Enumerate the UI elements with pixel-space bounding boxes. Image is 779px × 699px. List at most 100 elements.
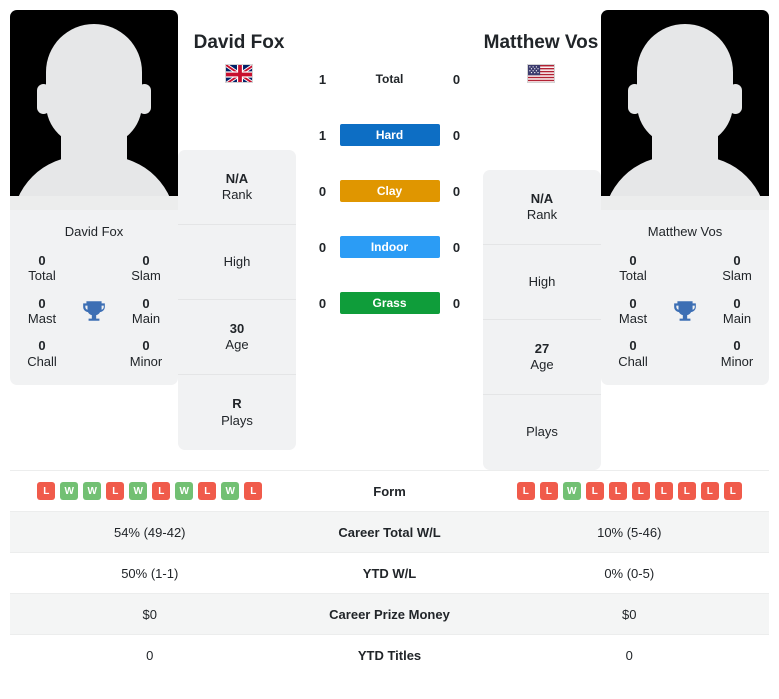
trophy-count: 0 bbox=[733, 253, 741, 268]
form-result-badge-w[interactable]: W bbox=[60, 482, 79, 500]
trophy-chall-left: 0 Chall bbox=[16, 338, 68, 369]
stat-label: High bbox=[223, 253, 251, 269]
player-photo-card-right: Matthew Vos 0 Total 0 Slam 0 Mast 0 Main… bbox=[601, 10, 769, 385]
stat-panel-right: N/A Rank High 27 Age Plays bbox=[483, 170, 601, 470]
table-row-career-prize-money: $0 Career Prize Money $0 bbox=[10, 593, 769, 634]
h2h-row-indoor: 0 Indoor 0 bbox=[306, 236, 474, 258]
form-result-badge-l[interactable]: L bbox=[608, 482, 627, 500]
trophy-label: Slam bbox=[131, 268, 161, 284]
stat-label: Age bbox=[225, 337, 249, 352]
trophy-label: Total bbox=[619, 268, 647, 284]
surface-badge-hard[interactable]: Hard bbox=[339, 124, 440, 146]
surface-badge-grass[interactable]: Grass bbox=[339, 292, 440, 314]
stat-value: N/A bbox=[530, 190, 554, 206]
form-result-badge-l[interactable]: L bbox=[244, 482, 263, 500]
row-label: Form bbox=[373, 483, 406, 499]
value-left: 0 bbox=[146, 647, 154, 663]
form-result-badge-l[interactable]: L bbox=[37, 482, 56, 500]
stat-age-left: 30 Age bbox=[178, 300, 296, 375]
value-right: 10% (5-46) bbox=[597, 524, 662, 540]
form-badges-right: LLWLLLLLLL bbox=[490, 482, 770, 500]
form-result-badge-l[interactable]: L bbox=[152, 482, 171, 500]
silhouette-ear-left bbox=[628, 84, 641, 114]
trophy-mast-left: 0 Mast bbox=[16, 296, 68, 327]
trophy-spacer bbox=[68, 253, 120, 284]
stat-value: R bbox=[232, 396, 242, 412]
stat-label: High bbox=[528, 273, 556, 289]
trophy-spacer bbox=[659, 338, 711, 369]
stat-plays-right: Plays bbox=[483, 395, 601, 470]
trophy-main-right: 0 Main bbox=[711, 296, 763, 327]
stats-table: LWWLWLWLWL Form LLWLLLLLLL 54% (49-42) C… bbox=[0, 470, 779, 675]
trophy-mast-right: 0 Mast bbox=[607, 296, 659, 327]
trophy-icon-cell-left bbox=[68, 296, 120, 327]
comparison-header: David Fox 0 Total 0 Slam 0 Mast 0 Main 0… bbox=[0, 0, 779, 470]
surface-badge-indoor[interactable]: Indoor bbox=[339, 236, 440, 258]
photo-bottom-strip bbox=[601, 196, 769, 210]
stat-high-left: High bbox=[178, 225, 296, 300]
trophy-label: Main bbox=[131, 310, 161, 326]
h2h-row-grass: 0 Grass 0 bbox=[306, 292, 474, 314]
trophy-label: Minor bbox=[129, 353, 163, 369]
form-result-badge-l[interactable]: L bbox=[516, 482, 535, 500]
player-photo-name-left: David Fox bbox=[64, 224, 124, 239]
form-result-badge-l[interactable]: L bbox=[700, 482, 719, 500]
table-row-form: LWWLWLWLWL Form LLWLLLLLLL bbox=[10, 470, 769, 511]
trophy-icon-cell-right bbox=[659, 296, 711, 327]
trophy-grid-left: 0 Total 0 Slam 0 Mast 0 Main 0 Chall 0 M… bbox=[10, 253, 178, 385]
form-result-badge-l[interactable]: L bbox=[654, 482, 673, 500]
trophy-count: 0 bbox=[38, 295, 46, 311]
row-label: YTD Titles bbox=[357, 647, 422, 663]
stat-rank-right: N/A Rank bbox=[483, 170, 601, 245]
form-result-badge-l[interactable]: L bbox=[631, 482, 650, 500]
value-right: $0 bbox=[622, 606, 637, 622]
stat-label: Rank bbox=[526, 207, 558, 222]
trophy-minor-right: 0 Minor bbox=[711, 338, 763, 369]
h2h-row-total: 1 Total 0 bbox=[306, 68, 474, 90]
stat-value: 30 bbox=[229, 320, 245, 336]
stat-panel-left: N/A Rank High 30 Age R Plays bbox=[178, 150, 296, 450]
trophy-total-right: 0 Total bbox=[607, 253, 659, 284]
stat-label: Plays bbox=[221, 412, 253, 428]
stat-plays-left: R Plays bbox=[178, 375, 296, 450]
form-result-badge-w[interactable]: W bbox=[129, 482, 148, 500]
stat-high-right: High bbox=[483, 245, 601, 320]
trophy-slam-right: 0 Slam bbox=[711, 253, 763, 284]
h2h-row-hard: 1 Hard 0 bbox=[306, 124, 474, 146]
h2h-score-right: 0 bbox=[452, 295, 461, 311]
surface-badge-clay[interactable]: Clay bbox=[339, 180, 440, 202]
trophy-slam-left: 0 Slam bbox=[120, 253, 172, 284]
trophy-label: Mast bbox=[27, 310, 57, 326]
trophy-icon bbox=[83, 301, 105, 321]
h2h-row-clay: 0 Clay 0 bbox=[306, 180, 474, 202]
h2h-score-left: 1 bbox=[318, 71, 327, 87]
trophy-main-left: 0 Main bbox=[120, 296, 172, 327]
trophy-count: 0 bbox=[733, 295, 741, 311]
trophy-label: Total bbox=[28, 268, 56, 284]
silhouette-ear-right bbox=[138, 84, 151, 114]
form-result-badge-l[interactable]: L bbox=[539, 482, 558, 500]
trophy-minor-left: 0 Minor bbox=[120, 338, 172, 369]
form-result-badge-w[interactable]: W bbox=[221, 482, 240, 500]
form-result-badge-l[interactable]: L bbox=[723, 482, 742, 500]
form-result-badge-w[interactable]: W bbox=[83, 482, 102, 500]
value-right: 0 bbox=[625, 647, 633, 663]
h2h-score-left: 0 bbox=[318, 239, 327, 255]
player-card-left: David Fox 0 Total 0 Slam 0 Mast 0 Main 0… bbox=[10, 10, 178, 385]
h2h-score-left: 1 bbox=[318, 127, 327, 143]
form-result-badge-l[interactable]: L bbox=[198, 482, 217, 500]
trophy-grid-right: 0 Total 0 Slam 0 Mast 0 Main 0 Chall 0 M… bbox=[601, 253, 769, 385]
stat-age-right: 27 Age bbox=[483, 320, 601, 395]
trophy-count: 0 bbox=[142, 295, 150, 311]
h2h-score-left: 0 bbox=[318, 183, 327, 199]
trophy-spacer bbox=[68, 338, 120, 369]
player-photo-left bbox=[10, 10, 178, 210]
form-result-badge-l[interactable]: L bbox=[677, 482, 696, 500]
table-row-ytd-titles: 0 YTD Titles 0 bbox=[10, 634, 769, 675]
form-result-badge-w[interactable]: W bbox=[175, 482, 194, 500]
form-result-badge-l[interactable]: L bbox=[106, 482, 125, 500]
stat-value: N/A bbox=[225, 170, 249, 186]
h2h-score-right: 0 bbox=[452, 71, 461, 87]
form-result-badge-l[interactable]: L bbox=[585, 482, 604, 500]
form-result-badge-w[interactable]: W bbox=[562, 482, 581, 500]
